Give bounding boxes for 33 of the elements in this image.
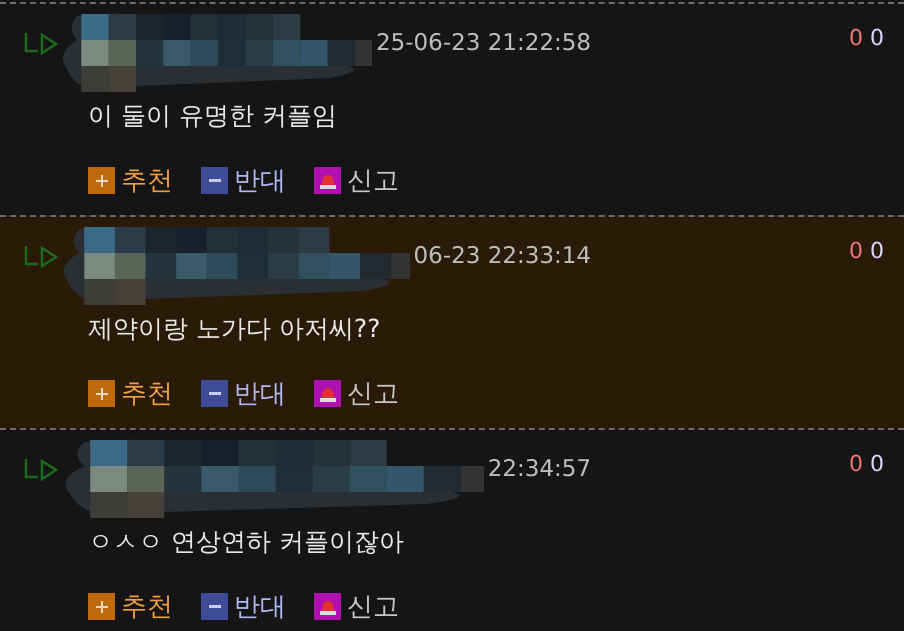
- comment-date: 25-06-23 21:22:58: [376, 32, 591, 55]
- siren-icon: [314, 167, 341, 194]
- upvote-count: 0: [849, 454, 863, 476]
- vote-button[interactable]: 신고: [314, 380, 399, 407]
- comment-text: 이 둘이 유명한 커플임: [88, 103, 338, 128]
- comment-date: 22:34:57: [488, 458, 591, 481]
- siren-icon: [314, 380, 341, 407]
- upvote-count: 0: [849, 28, 863, 50]
- minus-icon: [201, 593, 228, 620]
- vote-button[interactable]: 신고: [314, 167, 399, 194]
- plus-icon: [88, 593, 115, 620]
- minus-icon: [201, 167, 228, 194]
- downvote-count: 0: [870, 454, 884, 476]
- reply-arrow-icon: [24, 457, 58, 483]
- vote-button[interactable]: 반대: [201, 380, 286, 407]
- vote-button[interactable]: 추천: [88, 167, 173, 194]
- minus-icon: [201, 380, 228, 407]
- reply-arrow-icon: [24, 31, 58, 57]
- plus-icon: [88, 380, 115, 407]
- downvote-count: 0: [870, 241, 884, 263]
- downvote-count: 0: [870, 28, 884, 50]
- reply-arrow-icon: [24, 244, 58, 270]
- upvote-count: 0: [849, 241, 863, 263]
- vote-button[interactable]: 추천: [88, 593, 173, 620]
- vote-button[interactable]: 신고: [314, 593, 399, 620]
- comment-text: ㅇㅅㅇ 연상연하 커플이잖아: [88, 529, 405, 554]
- vote-button[interactable]: 추천: [88, 380, 173, 407]
- vote-button[interactable]: 반대: [201, 167, 286, 194]
- plus-icon: [88, 167, 115, 194]
- vote-button[interactable]: 반대: [201, 593, 286, 620]
- siren-icon: [314, 593, 341, 620]
- comment-date: 06-23 22:33:14: [414, 245, 591, 268]
- comment-text: 제약이랑 노가다 아저씨??: [88, 316, 382, 341]
